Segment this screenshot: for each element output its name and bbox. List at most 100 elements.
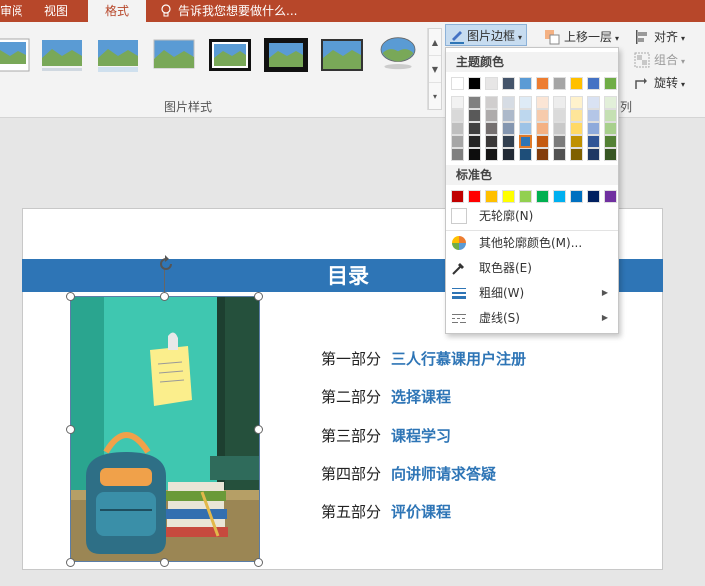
resize-handle[interactable]: [254, 558, 263, 567]
theme-color-swatch[interactable]: [587, 77, 600, 90]
resize-handle[interactable]: [254, 425, 263, 434]
theme-shade-swatch[interactable]: [485, 122, 498, 135]
rotate-handle-icon[interactable]: [156, 254, 176, 274]
toc-item[interactable]: 第五部分 评价课程: [321, 501, 451, 523]
standard-color-swatch[interactable]: [519, 190, 532, 203]
picture-style-thumb[interactable]: [208, 38, 252, 72]
theme-shade-swatch[interactable]: [519, 96, 532, 109]
theme-shade-swatch[interactable]: [468, 96, 481, 109]
theme-shade-swatch[interactable]: [536, 122, 549, 135]
gallery-scroll[interactable]: ▲ ▼ ▾: [428, 28, 442, 110]
toc-item[interactable]: 第一部分 三人行慕课用户注册: [321, 348, 526, 370]
theme-shade-swatch[interactable]: [587, 148, 600, 161]
theme-shade-swatch[interactable]: [519, 135, 532, 148]
theme-shade-swatch[interactable]: [502, 109, 515, 122]
resize-handle[interactable]: [254, 292, 263, 301]
theme-color-swatch[interactable]: [536, 77, 549, 90]
picture-style-thumb[interactable]: [152, 38, 196, 72]
theme-shade-swatch[interactable]: [485, 96, 498, 109]
theme-shade-swatch[interactable]: [570, 96, 583, 109]
toc-item[interactable]: 第二部分 选择课程: [321, 386, 451, 408]
theme-color-swatch[interactable]: [519, 77, 532, 90]
picture-selection-frame[interactable]: [70, 296, 260, 562]
standard-color-swatch[interactable]: [536, 190, 549, 203]
rotate-button[interactable]: 旋转 ▾: [634, 72, 685, 94]
theme-shade-swatch[interactable]: [485, 109, 498, 122]
standard-color-swatch[interactable]: [570, 190, 583, 203]
theme-shade-swatch[interactable]: [502, 96, 515, 109]
standard-color-swatch[interactable]: [485, 190, 498, 203]
theme-shade-swatch[interactable]: [553, 122, 566, 135]
theme-color-swatch[interactable]: [485, 77, 498, 90]
theme-shade-swatch[interactable]: [570, 122, 583, 135]
theme-shade-swatch[interactable]: [536, 109, 549, 122]
theme-shade-swatch[interactable]: [604, 148, 617, 161]
tell-me-search[interactable]: 告诉我您想要做什么...: [158, 0, 297, 22]
theme-shade-swatch[interactable]: [570, 109, 583, 122]
picture-style-thumb[interactable]: [0, 38, 30, 72]
theme-shade-swatch[interactable]: [604, 109, 617, 122]
theme-shade-swatch[interactable]: [553, 135, 566, 148]
standard-color-swatch[interactable]: [451, 190, 464, 203]
standard-color-swatch[interactable]: [468, 190, 481, 203]
no-outline-item[interactable]: 无轮廓(N): [446, 204, 618, 228]
tab-format[interactable]: 格式: [88, 0, 146, 22]
theme-shade-swatch[interactable]: [553, 109, 566, 122]
more-outline-colors-item[interactable]: 其他轮廓颜色(M)...: [446, 231, 618, 255]
resize-handle[interactable]: [66, 425, 75, 434]
theme-shade-swatch[interactable]: [485, 148, 498, 161]
toc-item[interactable]: 第三部分 课程学习: [321, 425, 451, 447]
theme-color-swatch[interactable]: [570, 77, 583, 90]
theme-shade-swatch[interactable]: [604, 135, 617, 148]
theme-shade-swatch[interactable]: [468, 148, 481, 161]
theme-shade-swatch[interactable]: [519, 109, 532, 122]
theme-shade-swatch[interactable]: [502, 135, 515, 148]
picture-style-thumb[interactable]: [264, 38, 308, 72]
theme-shade-swatch[interactable]: [536, 135, 549, 148]
theme-shade-swatch[interactable]: [570, 148, 583, 161]
theme-shade-swatch[interactable]: [604, 122, 617, 135]
theme-shade-swatch[interactable]: [536, 96, 549, 109]
picture-style-thumb[interactable]: [320, 38, 364, 72]
theme-shade-swatch[interactable]: [451, 109, 464, 122]
theme-shade-swatch[interactable]: [451, 148, 464, 161]
theme-color-swatch[interactable]: [604, 77, 617, 90]
theme-shade-swatch[interactable]: [468, 122, 481, 135]
theme-shade-swatch[interactable]: [587, 96, 600, 109]
theme-shade-swatch[interactable]: [451, 122, 464, 135]
theme-shade-swatch[interactable]: [451, 96, 464, 109]
theme-color-swatch[interactable]: [553, 77, 566, 90]
dashes-item[interactable]: 虚线(S) ▶: [446, 306, 618, 330]
theme-shade-swatch[interactable]: [587, 122, 600, 135]
theme-shade-swatch[interactable]: [502, 148, 515, 161]
eyedropper-item[interactable]: 取色器(E): [446, 256, 618, 280]
standard-color-swatch[interactable]: [553, 190, 566, 203]
theme-shade-swatch[interactable]: [468, 135, 481, 148]
theme-color-swatch[interactable]: [502, 77, 515, 90]
group-button[interactable]: 组合 ▾: [634, 49, 685, 71]
theme-shade-swatch[interactable]: [553, 148, 566, 161]
resize-handle[interactable]: [160, 558, 169, 567]
standard-color-swatch[interactable]: [587, 190, 600, 203]
picture-style-thumb[interactable]: [40, 38, 84, 72]
standard-color-swatch[interactable]: [502, 190, 515, 203]
theme-shade-swatch[interactable]: [468, 109, 481, 122]
bring-forward-button[interactable]: 上移一层 ▾: [544, 26, 619, 48]
slide-title[interactable]: 目录: [318, 262, 378, 290]
theme-shade-swatch[interactable]: [519, 148, 532, 161]
theme-shade-swatch[interactable]: [553, 96, 566, 109]
theme-shade-swatch[interactable]: [451, 135, 464, 148]
picture-style-thumb[interactable]: [376, 36, 420, 70]
theme-shade-swatch[interactable]: [519, 122, 532, 135]
tab-review[interactable]: 审阅: [0, 0, 22, 22]
theme-shade-swatch[interactable]: [587, 109, 600, 122]
theme-shade-swatch[interactable]: [587, 135, 600, 148]
standard-color-swatch[interactable]: [604, 190, 617, 203]
align-button[interactable]: 对齐 ▾: [634, 26, 685, 48]
picture-border-button[interactable]: 图片边框 ▾: [445, 24, 527, 46]
theme-color-swatch[interactable]: [451, 77, 464, 90]
resize-handle[interactable]: [160, 292, 169, 301]
tab-view[interactable]: 视图: [44, 0, 74, 22]
theme-color-swatch[interactable]: [468, 77, 481, 90]
theme-shade-swatch[interactable]: [570, 135, 583, 148]
